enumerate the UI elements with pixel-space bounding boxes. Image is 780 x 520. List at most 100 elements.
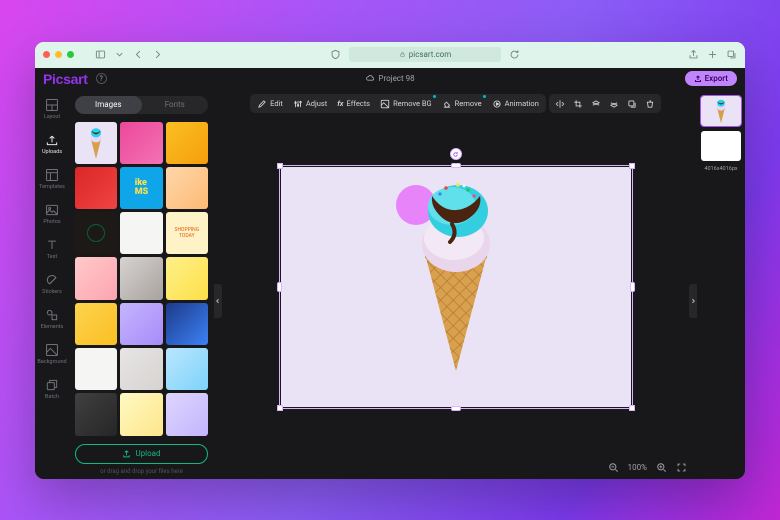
resize-handle-tl[interactable] — [277, 163, 283, 169]
share-icon[interactable] — [687, 49, 699, 61]
rail-uploads[interactable]: Uploads — [35, 131, 69, 157]
zoom-out-button[interactable] — [608, 462, 620, 474]
artboard[interactable] — [281, 167, 631, 407]
thumb-item[interactable] — [75, 257, 117, 299]
upload-button[interactable]: Upload — [75, 444, 208, 464]
tool-layer-down[interactable] — [605, 94, 623, 113]
tool-duplicate[interactable] — [623, 94, 641, 113]
rail-layout[interactable]: Layout — [35, 96, 69, 122]
thumb-item[interactable] — [120, 303, 162, 345]
tool-layer-up[interactable] — [587, 94, 605, 113]
zoom-in-button[interactable] — [655, 462, 667, 474]
zoom-level: 100% — [628, 463, 647, 472]
help-button[interactable]: ? — [96, 73, 107, 84]
thumb-item[interactable] — [75, 303, 117, 345]
rail-stickers[interactable]: Stickers — [35, 271, 69, 297]
browser-window: picsart.com Picsart ? Project 98 Export … — [35, 42, 745, 479]
fit-screen-button[interactable] — [675, 462, 687, 474]
thumb-item[interactable] — [75, 393, 117, 435]
lock-icon — [399, 51, 406, 58]
layer-size-label: 4016x4016px — [701, 166, 741, 172]
address-bar[interactable]: picsart.com — [349, 47, 502, 62]
layer-thumb-1[interactable] — [701, 96, 741, 126]
thumb-item[interactable] — [120, 257, 162, 299]
traffic-light-minimize[interactable] — [55, 51, 62, 58]
rail-templates[interactable]: Templates — [35, 166, 69, 192]
export-icon — [694, 75, 702, 83]
rail-photos[interactable]: Photos — [35, 201, 69, 227]
thumb-item[interactable] — [166, 303, 208, 345]
tab-images[interactable]: Images — [75, 96, 142, 114]
rail-elements[interactable]: Elements — [35, 306, 69, 332]
rail-batch[interactable]: Batch — [35, 376, 69, 402]
thumb-item[interactable] — [75, 122, 117, 164]
panel-tabs: Images Fonts — [75, 96, 208, 114]
thumb-item[interactable] — [120, 212, 162, 254]
tool-effects[interactable]: fxEffects — [332, 94, 375, 113]
thumb-item[interactable] — [166, 348, 208, 390]
canvas-footer: 100% — [214, 457, 697, 479]
thumb-item[interactable]: SHOPPINGTODAY — [166, 212, 208, 254]
context-toolbar: Edit Adjust fxEffects Remove BG Remove A… — [214, 90, 697, 118]
url-text: picsart.com — [409, 50, 452, 59]
resize-handle-r[interactable] — [630, 282, 635, 292]
thumb-item[interactable] — [166, 122, 208, 164]
thumbnail-grid: ikeMS SHOPPINGTODAY — [75, 122, 208, 438]
thumb-item[interactable] — [75, 212, 117, 254]
traffic-light-close[interactable] — [43, 51, 50, 58]
left-rail: Layout Uploads Templates Photos Text Sti… — [35, 90, 69, 479]
upload-hint: or drag and drop your files here — [75, 468, 208, 475]
project-name[interactable]: Project 98 — [365, 74, 414, 83]
tool-animation[interactable]: Animation — [487, 94, 544, 113]
resize-handle-br[interactable] — [629, 405, 635, 411]
thumb-item[interactable] — [120, 348, 162, 390]
tool-removebg[interactable]: Remove BG — [375, 94, 437, 113]
thumb-item[interactable]: ikeMS — [120, 167, 162, 209]
browser-chrome: picsart.com — [35, 42, 745, 68]
shield-icon[interactable] — [330, 49, 342, 61]
upload-icon — [122, 449, 131, 458]
tool-remove[interactable]: Remove — [437, 94, 487, 113]
app-topbar: Picsart ? Project 98 Export — [35, 68, 745, 90]
layer-thumb-2[interactable] — [701, 131, 741, 161]
layers-panel: 4016x4016px — [697, 90, 745, 479]
tool-adjust[interactable]: Adjust — [288, 94, 332, 113]
export-button[interactable]: Export — [685, 71, 737, 86]
thumb-item[interactable] — [75, 167, 117, 209]
tool-flip[interactable] — [551, 94, 569, 113]
resize-handle-l[interactable] — [277, 282, 282, 292]
canvas-stage[interactable] — [214, 118, 697, 457]
rail-text[interactable]: Text — [35, 236, 69, 262]
app-shell: Picsart ? Project 98 Export Layout Uploa… — [35, 68, 745, 479]
traffic-light-maximize[interactable] — [67, 51, 74, 58]
tool-crop[interactable] — [569, 94, 587, 113]
rotate-handle[interactable] — [450, 148, 462, 160]
tool-delete[interactable] — [641, 94, 659, 113]
new-tab-icon[interactable] — [706, 49, 718, 61]
resize-handle-b[interactable] — [451, 406, 461, 411]
forward-icon[interactable] — [151, 49, 163, 61]
app-logo: Picsart — [43, 71, 88, 87]
thumb-item[interactable] — [166, 393, 208, 435]
refresh-icon[interactable] — [508, 49, 520, 61]
cloud-icon — [365, 74, 374, 83]
collapse-right[interactable] — [689, 284, 697, 318]
tabs-icon[interactable] — [725, 49, 737, 61]
tool-edit[interactable]: Edit — [252, 94, 288, 113]
resize-handle-tr[interactable] — [629, 163, 635, 169]
back-icon[interactable] — [132, 49, 144, 61]
thumb-item[interactable] — [166, 257, 208, 299]
thumb-item[interactable] — [75, 348, 117, 390]
thumb-item[interactable] — [120, 393, 162, 435]
thumb-item[interactable] — [120, 122, 162, 164]
resize-handle-bl[interactable] — [277, 405, 283, 411]
tab-fonts[interactable]: Fonts — [142, 96, 209, 114]
sidebar-toggle-icon[interactable] — [94, 49, 106, 61]
thumb-item[interactable] — [166, 167, 208, 209]
rail-background[interactable]: Background — [35, 341, 69, 367]
chevron-down-icon[interactable] — [113, 49, 125, 61]
selection-box — [279, 165, 633, 409]
collapse-left[interactable] — [214, 284, 222, 318]
canvas-area: Edit Adjust fxEffects Remove BG Remove A… — [214, 90, 697, 479]
resize-handle-t[interactable] — [451, 163, 461, 168]
